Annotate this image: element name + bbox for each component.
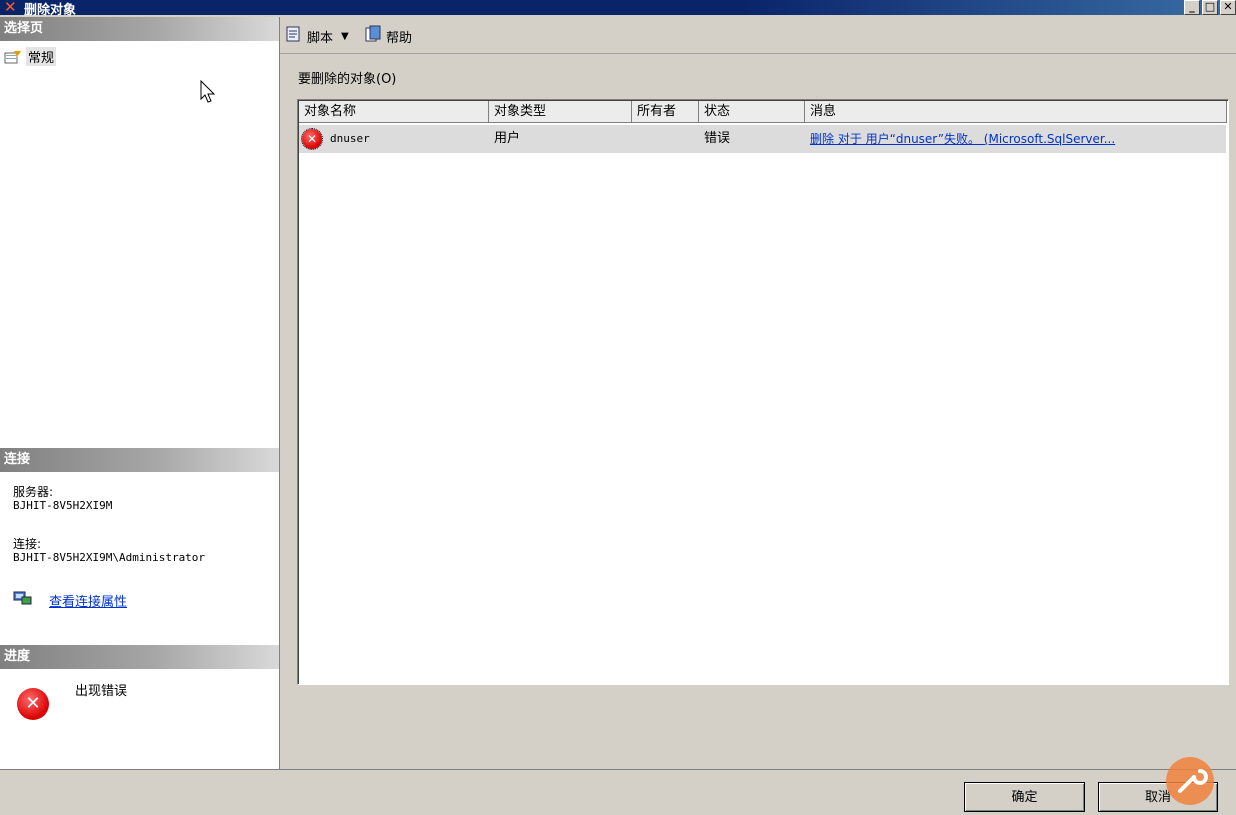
sidebar-item-label: 常规 <box>26 47 57 66</box>
connection-properties-icon <box>13 590 33 610</box>
script-label: 脚本 <box>307 30 334 46</box>
title-bar: ✕ 删除对象 _ □ ✕ <box>0 0 1236 18</box>
row-name: dnuser <box>330 132 370 145</box>
help-icon <box>364 25 382 47</box>
properties-page-icon <box>4 50 22 64</box>
row-error-icon: ✕ <box>301 128 323 150</box>
select-page-header: 选择页 <box>0 17 279 41</box>
left-pane: 选择页 常规 连接 服务器: BJHIT-8V5H2XI9M 连接: BJHIT… <box>0 17 280 769</box>
row-owner <box>632 125 699 153</box>
close-button[interactable]: ✕ <box>1220 0 1236 15</box>
script-button[interactable]: 脚本 ▼ <box>285 25 349 47</box>
row-status: 错误 <box>704 131 731 146</box>
column-header-status[interactable]: 状态 <box>699 101 805 123</box>
connection-label: 连接: <box>13 537 42 551</box>
ok-button[interactable]: 确定 <box>964 782 1085 812</box>
toolbar: 脚本 ▼ 帮助 <box>280 17 1236 54</box>
view-connection-properties[interactable]: 查看连接属性 <box>13 590 127 610</box>
chevron-down-icon: ▼ <box>341 30 349 42</box>
delete-x-icon: ✕ <box>4 0 17 16</box>
connection-value: BJHIT-8V5H2XI9M\Administrator <box>13 551 206 564</box>
table-row[interactable]: ✕ dnuser 用户 错误 删除 对于 用户“dnuser”失败。 (Micr… <box>299 125 1226 153</box>
server-label: 服务器: <box>13 485 54 499</box>
script-icon <box>285 25 303 47</box>
cell-name: ✕ dnuser <box>299 125 489 153</box>
grid-header: 对象名称 对象类型 所有者 状态 消息 <box>299 101 1227 123</box>
row-type: 用户 <box>494 131 521 146</box>
wrench-tool-icon[interactable] <box>1166 757 1214 805</box>
column-header-message[interactable]: 消息 <box>805 101 1227 123</box>
mouse-cursor-icon <box>200 79 216 108</box>
column-header-name[interactable]: 对象名称 <box>299 101 489 123</box>
server-info: 服务器: BJHIT-8V5H2XI9M <box>13 485 113 513</box>
connection-header: 连接 <box>0 448 279 472</box>
help-button[interactable]: 帮助 <box>364 25 412 47</box>
window-controls: _ □ ✕ <box>1184 0 1236 15</box>
row-message-link[interactable]: 删除 对于 用户“dnuser”失败。 (Microsoft.SqlServer… <box>805 125 1226 153</box>
connection-info: 连接: BJHIT-8V5H2XI9M\Administrator <box>13 537 206 565</box>
objects-grid[interactable]: 对象名称 对象类型 所有者 状态 消息 ✕ dnuser 用户 错误 删除 对于… <box>297 99 1229 685</box>
view-connection-link[interactable]: 查看连接属性 <box>49 591 127 610</box>
minimize-button[interactable]: _ <box>1184 0 1200 15</box>
help-label: 帮助 <box>386 30 413 46</box>
maximize-button[interactable]: □ <box>1202 0 1218 15</box>
column-header-type[interactable]: 对象类型 <box>489 101 632 123</box>
progress-status: 出现错误 <box>75 684 128 699</box>
progress-header: 进度 <box>0 645 279 669</box>
window-title: 删除对象 <box>24 3 77 18</box>
column-header-owner[interactable]: 所有者 <box>632 101 699 123</box>
objects-caption: 要删除的对象(O) <box>298 72 397 87</box>
sidebar-item-general[interactable]: 常规 <box>4 47 57 66</box>
error-icon: ✕ <box>17 688 49 720</box>
server-value: BJHIT-8V5H2XI9M <box>13 499 113 512</box>
